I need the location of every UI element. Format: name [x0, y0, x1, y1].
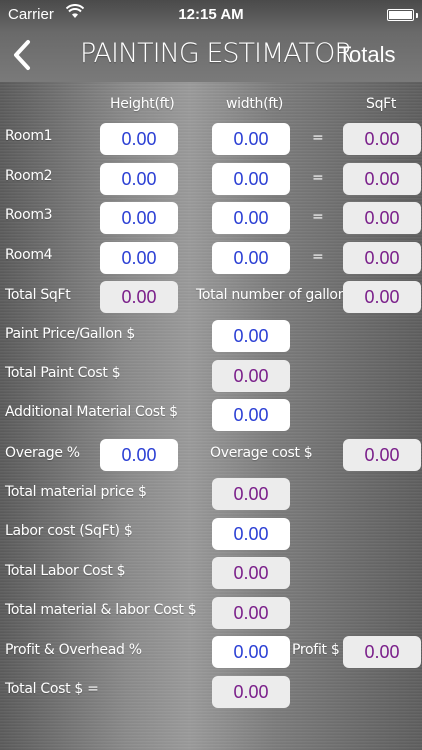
additional-material-field[interactable]: 0.00 — [212, 399, 290, 431]
room4-sqft-value: 0.00 — [343, 242, 421, 274]
total-material-labor-value: 0.00 — [212, 597, 290, 629]
page-title: PAINTING ESTIMATOR — [80, 38, 353, 69]
labor-cost-field[interactable]: 0.00 — [212, 518, 290, 550]
equals-sign: = — [312, 130, 324, 146]
room3-height-field[interactable]: 0.00 — [100, 202, 178, 234]
equals-sign: = — [312, 170, 324, 186]
navigation-bar: Carrier 12:15 AM PAINTING ESTIMATOR Tota… — [0, 0, 422, 82]
total-material-labor-label: Total material & labor Cost $ — [5, 602, 197, 618]
total-cost-value: 0.00 — [212, 676, 290, 708]
equals-sign: = — [312, 249, 324, 265]
total-labor-cost-value: 0.00 — [212, 557, 290, 589]
total-gallon-label: Total number of gallon — [196, 287, 347, 303]
total-cost-label: Total Cost $ = — [5, 681, 99, 697]
width-column-header: width(ft) — [226, 96, 283, 112]
room4-width-field[interactable]: 0.00 — [212, 242, 290, 274]
room2-width-field[interactable]: 0.00 — [212, 163, 290, 195]
equals-sign: = — [312, 209, 324, 225]
room2-sqft-value: 0.00 — [343, 163, 421, 195]
total-labor-cost-label: Total Labor Cost $ — [5, 563, 126, 579]
room1-height-field[interactable]: 0.00 — [100, 123, 178, 155]
status-bar: Carrier 12:15 AM — [0, 0, 422, 30]
battery-icon — [387, 9, 418, 21]
room4-height-field[interactable]: 0.00 — [100, 242, 178, 274]
profit-overhead-field[interactable]: 0.00 — [212, 636, 290, 668]
total-material-price-label: Total material price $ — [5, 484, 147, 500]
room4-label: Room4 — [5, 247, 53, 263]
total-gallon-value: 0.00 — [343, 281, 421, 313]
back-chevron-icon[interactable] — [8, 38, 36, 72]
room3-sqft-value: 0.00 — [343, 202, 421, 234]
room1-sqft-value: 0.00 — [343, 123, 421, 155]
paint-price-label: Paint Price/Gallon $ — [5, 326, 135, 342]
total-material-price-value: 0.00 — [212, 478, 290, 510]
additional-material-label: Additional Material Cost $ — [5, 404, 178, 420]
total-paint-cost-value: 0.00 — [212, 360, 290, 392]
overage-cost-label: Overage cost $ — [210, 445, 313, 461]
room2-height-field[interactable]: 0.00 — [100, 163, 178, 195]
sqft-column-header: SqFt — [366, 96, 397, 112]
overage-pct-label: Overage % — [5, 445, 80, 461]
totals-button[interactable]: Totals — [338, 42, 395, 68]
total-paint-cost-label: Total Paint Cost $ — [5, 365, 121, 381]
labor-cost-label: Labor cost (SqFt) $ — [5, 523, 133, 539]
room3-width-field[interactable]: 0.00 — [212, 202, 290, 234]
status-time: 12:15 AM — [178, 6, 244, 23]
height-column-header: Height(ft) — [110, 96, 175, 112]
room1-label: Room1 — [5, 128, 53, 144]
overage-pct-field[interactable]: 0.00 — [100, 439, 178, 471]
profit-label: Profit $ — [292, 642, 340, 658]
room1-width-field[interactable]: 0.00 — [212, 123, 290, 155]
profit-overhead-label: Profit & Overhead % — [5, 642, 142, 658]
room3-label: Room3 — [5, 207, 53, 223]
overage-cost-value: 0.00 — [343, 439, 421, 471]
total-sqft-label: Total SqFt — [5, 287, 71, 303]
room2-label: Room2 — [5, 168, 53, 184]
total-sqft-value: 0.00 — [100, 281, 178, 313]
paint-price-field[interactable]: 0.00 — [212, 320, 290, 352]
profit-value: 0.00 — [343, 636, 421, 668]
